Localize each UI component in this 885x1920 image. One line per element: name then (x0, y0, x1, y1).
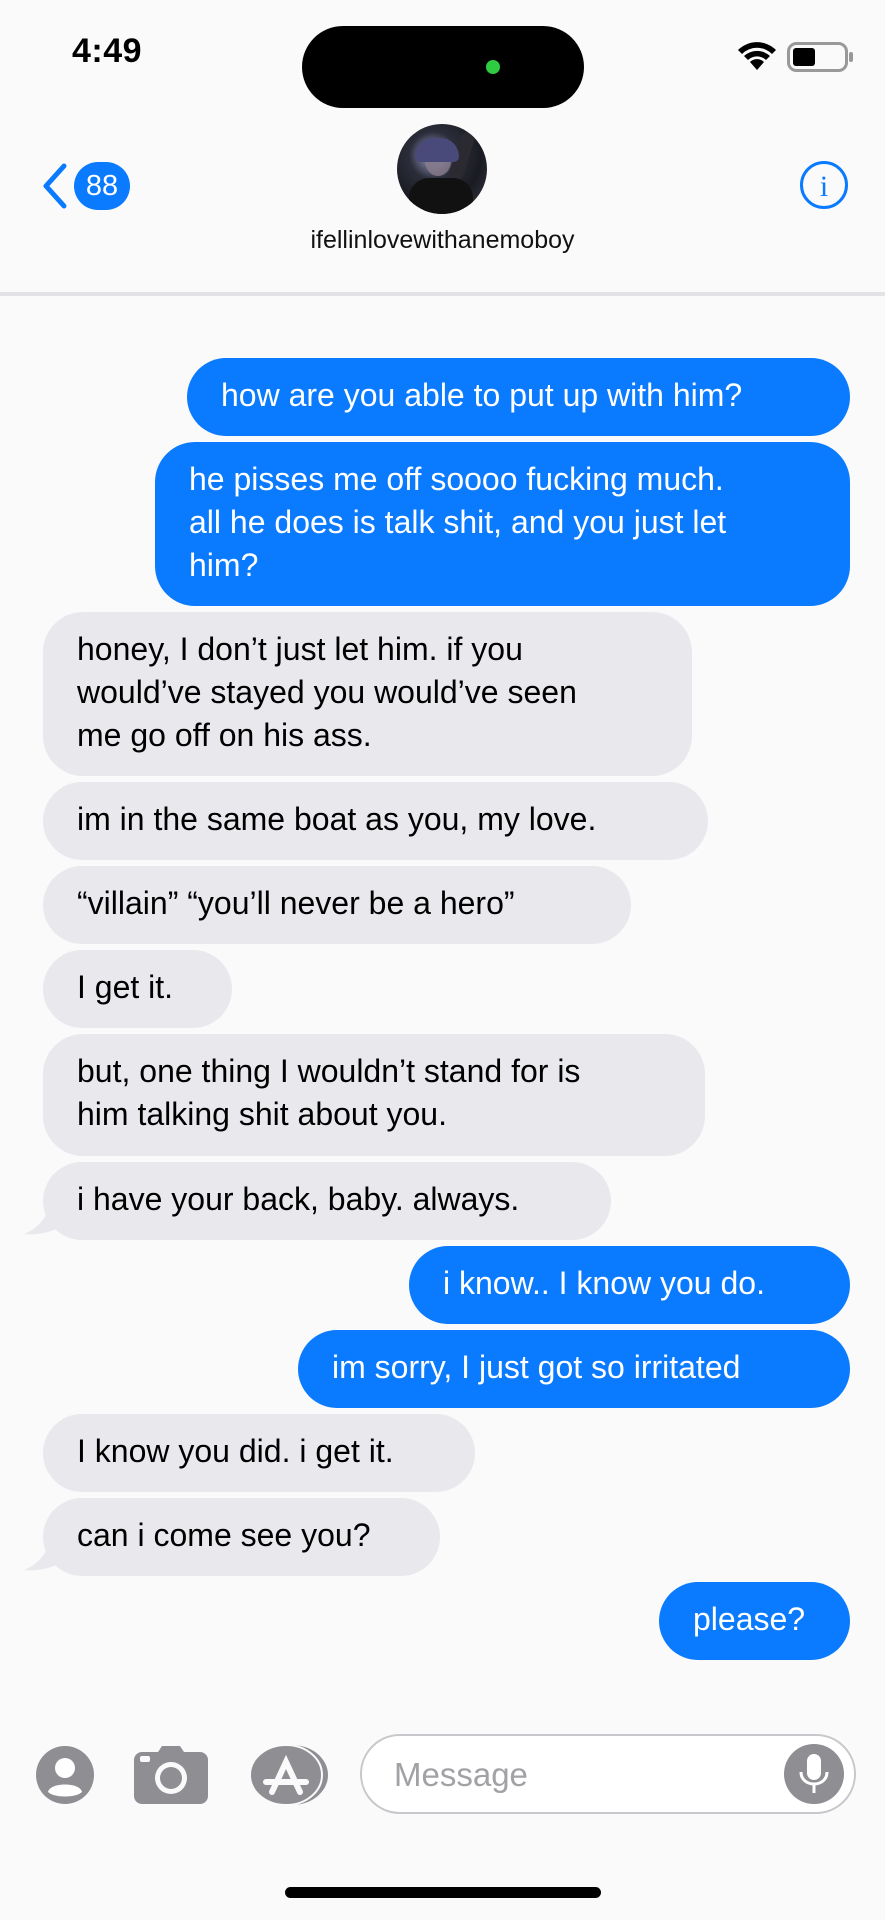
message-bubble-received[interactable]: but, one thing I wouldn’t stand for is h… (43, 1034, 705, 1156)
microphone-icon (799, 1754, 829, 1793)
svg-text:i: i (820, 170, 828, 203)
app-store-icon[interactable] (250, 1742, 330, 1808)
message-bubble-sent[interactable]: i know.. I know you do. (409, 1246, 850, 1324)
dictation-button[interactable] (784, 1744, 844, 1804)
wifi-icon (738, 42, 776, 70)
battery-icon (787, 42, 853, 72)
contact-avatar[interactable] (397, 124, 487, 214)
message-bubble-sent[interactable]: please? (659, 1582, 850, 1660)
message-bubble-received[interactable]: I get it. (43, 950, 232, 1028)
contact-name[interactable]: ifellinlovewithanemoboy (0, 226, 885, 255)
home-indicator (285, 1887, 601, 1898)
message-bubble-sent[interactable]: im sorry, I just got so irritated (298, 1330, 850, 1408)
camera-indicator-dot (486, 60, 500, 74)
back-button[interactable]: 88 (40, 162, 130, 210)
message-bubble-received[interactable]: honey, I don’t just let him. if you woul… (43, 612, 692, 776)
message-bubble-received[interactable]: “villain” “you’ll never be a hero” (43, 866, 631, 944)
status-bar: 4:49 (0, 0, 885, 110)
chevron-left-icon (43, 163, 67, 209)
conversation-header: 88 ifellinlovewithanemoboy i (0, 110, 885, 296)
message-bubble-sent[interactable]: he pisses me off soooo fucking much. all… (155, 442, 850, 606)
unread-count-badge: 88 (74, 162, 130, 210)
message-input[interactable]: Message (360, 1734, 856, 1814)
message-input-placeholder: Message (394, 1756, 528, 1793)
message-bubble-received[interactable]: im in the same boat as you, my love. (43, 782, 708, 860)
info-icon[interactable]: i (799, 160, 849, 210)
message-bubble-received[interactable]: can i come see you? (43, 1498, 440, 1576)
message-bubble-sent[interactable]: how are you able to put up with him? (187, 358, 850, 436)
message-bubble-received[interactable]: I know you did. i get it. (43, 1414, 475, 1492)
message-bubble-received[interactable]: i have your back, baby. always. (43, 1162, 611, 1240)
contacts-icon[interactable] (36, 1746, 94, 1804)
dynamic-island (302, 26, 584, 108)
status-time: 4:49 (72, 32, 143, 70)
camera-icon[interactable] (134, 1746, 208, 1804)
